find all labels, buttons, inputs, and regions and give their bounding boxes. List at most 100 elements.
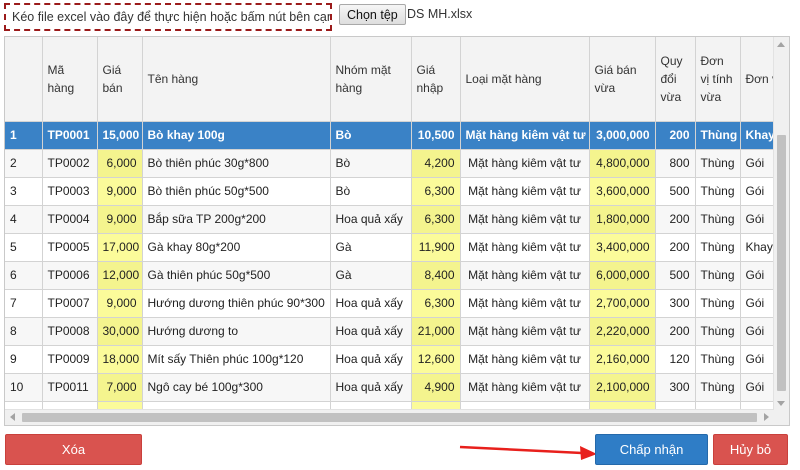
cell-conversion-qty: 500 [655,261,696,290]
table-row[interactable]: 8 TP0008 30,000 Hướng dương to Hoa quả xấy 21… [5,317,774,346]
column-header-wholesale-unit-header[interactable]: Đơn vị tính vừa [695,37,741,122]
cell-wholesale-unit: Thùng [695,317,741,346]
cell-unit: Gói [740,205,774,234]
table-row[interactable]: 2 TP0002 6,000 Bò thiên phúc 30g*800 Bò 4,200… [5,149,774,178]
column-header-product-name-header[interactable]: Tên hàng [142,37,331,122]
cell-conversion-qty: 200 [655,121,696,150]
cell-wholesale-price: 2,100,000 [589,373,656,402]
table-row[interactable]: 1 TP0001 15,000 Bò khay 100g Bò 10,500 Mặt hàn… [5,121,774,150]
scroll-right-arrow-icon[interactable] [764,413,769,421]
accept-button[interactable]: Chấp nhận [595,434,708,465]
column-header-unit-header[interactable]: Đơn vị tính [740,37,774,122]
cell-wholesale-unit: Thùng [695,233,741,262]
cell-product-group: Hoa quả xấy [330,205,412,234]
cell-sale-price: 7,000 [97,373,143,402]
cell-product-name: Ngô cay bé 100g*300 [142,373,331,402]
cell-product-type: Mặt hàng kiêm vật tư [460,233,590,262]
import-grid: Mã hàng Giá bán Tên hàng Nhóm mặt hàng Giá n… [4,36,790,426]
cell-row-number: 3 [5,177,43,206]
choose-file-button[interactable]: Chọn tệp [339,4,406,25]
cell-product-type: Mặt hàng kiêm vật tư [460,289,590,318]
cell-unit: Khay [740,121,774,150]
scroll-down-arrow-icon[interactable] [777,401,785,406]
column-header-wholesale-price-header[interactable]: Giá bán vừa [589,37,656,122]
vertical-scrollbar[interactable] [773,37,789,411]
cell-product-group: Hoa quả xấy [330,289,412,318]
vertical-scroll-thumb[interactable] [777,135,786,391]
cell-product-name: Bò thiên phúc 30g*800 [142,149,331,178]
cell-wholesale-price: 6,000,000 [589,261,656,290]
cancel-button[interactable]: Hủy bỏ [713,434,788,465]
cell-cost-price: 12,600 [411,345,461,374]
cell-product-type: Mặt hàng kiêm vật tư [460,149,590,178]
cell-product-group: Bò [330,121,412,150]
cell-product-type: Mặt hàng kiêm vật tư [460,373,590,402]
cell-product-name: Hướng dương to [142,317,331,346]
cell-sale-price: 12,000 [97,261,143,290]
table-row[interactable]: 6 TP0006 12,000 Gà thiên phúc 50g*500 Gà 8,40… [5,261,774,290]
dropzone-text: Kéo file excel vào đây để thực hiện hoặc… [12,10,332,24]
table-row[interactable]: 9 TP0009 18,000 Mít sấy Thiên phúc 100g*120… [5,345,774,374]
cell-product-code: TP0007 [42,289,98,318]
cell-product-name: Gà thiên phúc 50g*500 [142,261,331,290]
cell-sale-price: 6,000 [97,149,143,178]
cell-wholesale-unit: Thùng [695,345,741,374]
cell-cost-price: 6,300 [411,177,461,206]
column-header-code-header[interactable]: Mã hàng [42,37,98,122]
column-header-sale-price-header[interactable]: Giá bán [97,37,143,122]
cell-wholesale-unit: Thùng [695,177,741,206]
cell-wholesale-price: 3,600,000 [589,177,656,206]
horizontal-scroll-thumb[interactable] [22,413,757,422]
cell-wholesale-unit: Thùng [695,205,741,234]
cell-product-code: TP0009 [42,345,98,374]
cell-conversion-qty: 200 [655,205,696,234]
cell-product-type: Mặt hàng kiêm vật tư [460,261,590,290]
cell-conversion-qty: 300 [655,373,696,402]
cell-wholesale-price: 2,220,000 [589,317,656,346]
cell-conversion-qty: 200 [655,233,696,262]
cell-product-type: Mặt hàng kiêm vật tư [460,121,590,150]
cell-product-name: Bò thiên phúc 50g*500 [142,177,331,206]
cell-product-code: TP0001 [42,121,98,150]
cell-row-number: 6 [5,261,43,290]
cell-product-group: Gà [330,261,412,290]
delete-button[interactable]: Xóa [5,434,142,465]
cell-product-name: Gà khay 80g*200 [142,233,331,262]
column-header-cost-price-header[interactable]: Giá nhập [411,37,461,122]
cell-sale-price: 9,000 [97,205,143,234]
cell-product-type: Mặt hàng kiêm vật tư [460,177,590,206]
horizontal-scrollbar[interactable] [5,409,774,425]
cell-wholesale-unit: Thùng [695,261,741,290]
cell-unit: Gói [740,177,774,206]
table-row[interactable]: 7 TP0007 9,000 Hướng dương thiên phúc 90*30… [5,289,774,318]
cell-conversion-qty: 300 [655,289,696,318]
table-row[interactable]: 5 TP0005 17,000 Gà khay 80g*200 Gà 11,900 Mặt … [5,233,774,262]
column-header-row-number-header[interactable] [5,37,43,122]
cell-unit: Gói [740,261,774,290]
column-header-conversion-header[interactable]: Quy đổi vừa [655,37,696,122]
table-row[interactable]: 10 TP0011 7,000 Ngô cay bé 100g*300 Hoa quả … [5,373,774,402]
scroll-left-arrow-icon[interactable] [10,413,15,421]
excel-dropzone[interactable]: Kéo file excel vào đây để thực hiện hoặc… [4,3,332,31]
cell-cost-price: 8,400 [411,261,461,290]
cell-wholesale-unit: Thùng [695,149,741,178]
cell-product-code: TP0006 [42,261,98,290]
column-header-type-header[interactable]: Loại mặt hàng [460,37,590,122]
column-header-group-header[interactable]: Nhóm mặt hàng [330,37,412,122]
cell-product-name: Bò khay 100g [142,121,331,150]
table-row[interactable]: 4 TP0004 9,000 Bắp sữa TP 200g*200 Hoa quả x… [5,205,774,234]
cell-wholesale-price: 2,700,000 [589,289,656,318]
table-row[interactable]: 3 TP0003 9,000 Bò thiên phúc 50g*500 Bò 6,300… [5,177,774,206]
cell-row-number: 5 [5,233,43,262]
cell-cost-price: 11,900 [411,233,461,262]
cell-sale-price: 9,000 [97,289,143,318]
cell-conversion-qty: 120 [655,345,696,374]
annotation-arrow-icon [459,445,597,460]
cell-cost-price: 4,900 [411,373,461,402]
cell-row-number: 4 [5,205,43,234]
cell-row-number: 1 [5,121,43,150]
cell-unit: Gói [740,289,774,318]
cell-unit: Gói [740,149,774,178]
scroll-up-arrow-icon[interactable] [777,42,785,47]
grid-viewport: Mã hàng Giá bán Tên hàng Nhóm mặt hàng Giá n… [5,37,774,411]
